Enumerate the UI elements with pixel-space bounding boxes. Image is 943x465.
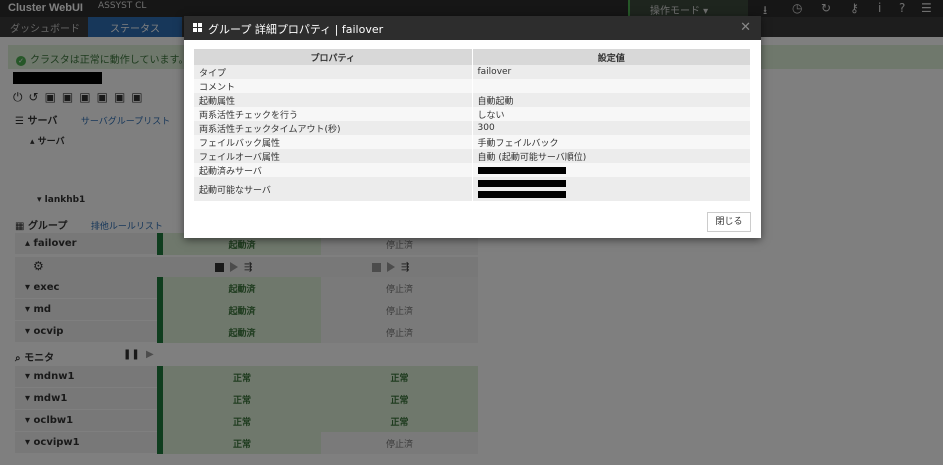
group-properties-dialog: グループ 詳細プロパティ | failover ✕ プロパティ 設定値 タイプ f… bbox=[184, 16, 761, 238]
property-name: 起動属性 bbox=[194, 93, 473, 107]
property-value bbox=[472, 163, 751, 177]
property-value: 自動起動 bbox=[472, 93, 751, 107]
property-name: 起動済みサーバ bbox=[194, 163, 473, 177]
table-row: 起動可能なサーバ bbox=[194, 177, 751, 201]
table-row: コメント bbox=[194, 79, 751, 93]
grid-icon bbox=[193, 23, 203, 33]
close-icon[interactable]: ✕ bbox=[740, 20, 751, 35]
dialog-header: グループ 詳細プロパティ | failover ✕ bbox=[184, 16, 761, 40]
redacted-value bbox=[477, 180, 566, 187]
table-row: 両系活性チェックを行う しない bbox=[194, 107, 751, 121]
property-value bbox=[472, 79, 751, 93]
redacted-value bbox=[477, 191, 566, 198]
table-row: 両系活性チェックタイムアウト(秒) 300 bbox=[194, 121, 751, 135]
table-row: フェイルオーバ属性 自動 (起動可能サーバ順位) bbox=[194, 149, 751, 163]
property-name: 起動可能なサーバ bbox=[194, 177, 473, 201]
property-name: フェイルオーバ属性 bbox=[194, 149, 473, 163]
property-value bbox=[472, 177, 751, 201]
property-value: しない bbox=[472, 107, 751, 121]
column-header-value: 設定値 bbox=[472, 49, 751, 65]
property-value: failover bbox=[472, 65, 751, 79]
table-row: 起動済みサーバ bbox=[194, 163, 751, 177]
property-value: 手動フェイルバック bbox=[472, 135, 751, 149]
table-row: 起動属性 自動起動 bbox=[194, 93, 751, 107]
property-value: 自動 (起動可能サーバ順位) bbox=[472, 149, 751, 163]
properties-table: プロパティ 設定値 タイプ failover コメント 起動属性 自動起動 両系活性… bbox=[194, 49, 751, 201]
property-name: タイプ bbox=[194, 65, 473, 79]
redacted-value bbox=[477, 166, 566, 174]
property-value: 300 bbox=[472, 121, 751, 135]
close-button[interactable]: 閉じる bbox=[707, 212, 751, 232]
property-name: 両系活性チェックタイムアウト(秒) bbox=[194, 121, 473, 135]
property-name: フェイルバック属性 bbox=[194, 135, 473, 149]
table-row: タイプ failover bbox=[194, 65, 751, 79]
column-header-property: プロパティ bbox=[194, 49, 473, 65]
property-name: 両系活性チェックを行う bbox=[194, 107, 473, 121]
table-row: フェイルバック属性 手動フェイルバック bbox=[194, 135, 751, 149]
property-name: コメント bbox=[194, 79, 473, 93]
dialog-title: グループ 詳細プロパティ | failover bbox=[208, 23, 384, 36]
